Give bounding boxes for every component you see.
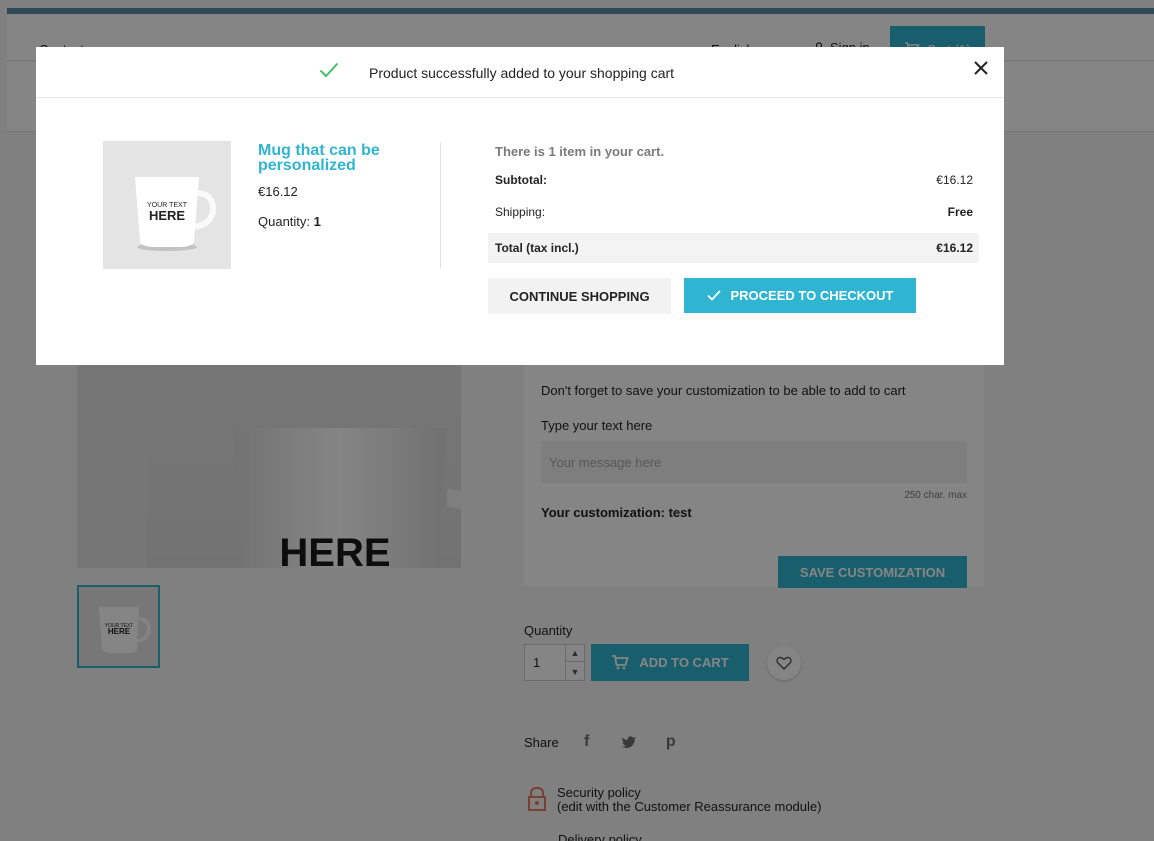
add-to-cart-modal: Product successfully added to your shopp… (36, 47, 1004, 365)
proceed-to-checkout-button[interactable]: PROCEED TO CHECKOUT (684, 278, 916, 313)
mug-text: HERE (149, 208, 185, 223)
check-icon (319, 62, 339, 78)
quantity-value: 1 (313, 214, 321, 229)
checkout-label: PROCEED TO CHECKOUT (730, 288, 894, 303)
modal-title: Product successfully added to your shopp… (369, 65, 675, 81)
shipping-label: Shipping: (495, 205, 546, 219)
subtotal-value: €16.12 (936, 173, 973, 187)
modal-product-price: €16.12 (258, 184, 298, 199)
cart-count-text: There is 1 item in your cart. (495, 144, 665, 159)
continue-shopping-button[interactable]: CONTINUE SHOPPING (488, 278, 671, 314)
modal-product-quantity: Quantity: 1 (258, 214, 321, 229)
modal-product-name[interactable]: Mug that can be personalized (258, 143, 428, 174)
total-label: Total (tax incl.) (495, 241, 579, 255)
modal-header: Product successfully added to your shopp… (36, 47, 1004, 98)
quantity-label: Quantity: (258, 214, 311, 229)
total-row: Total (tax incl.) €16.12 (488, 233, 979, 263)
total-value: €16.12 (936, 241, 973, 255)
check-icon (706, 290, 721, 301)
mug-image: YOUR TEXT HERE (103, 141, 231, 269)
divider (440, 142, 441, 268)
shipping-row: Shipping: Free (488, 197, 979, 227)
subtotal-label: Subtotal: (495, 173, 547, 187)
close-icon[interactable] (971, 58, 991, 78)
shipping-value: Free (947, 205, 973, 219)
subtotal-row: Subtotal: €16.12 (488, 165, 979, 195)
modal-product-image: YOUR TEXT HERE (103, 141, 231, 269)
